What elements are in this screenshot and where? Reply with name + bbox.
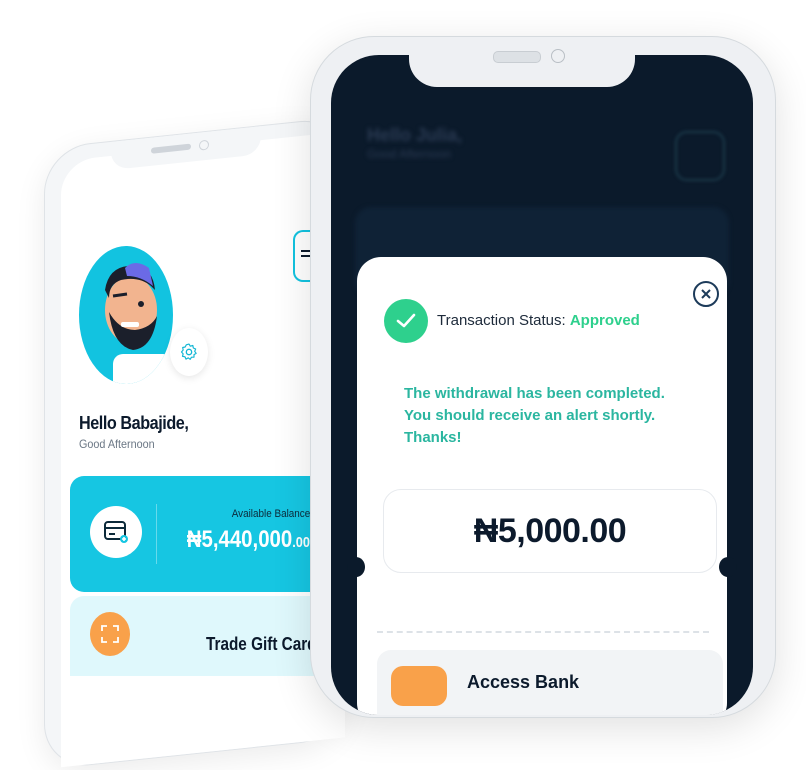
front-phone-screen: Hello Julia, Good Afternoon Transaction … — [331, 55, 753, 715]
blurred-greeting-sub: Good Afternoon — [367, 147, 452, 161]
message-line: You should receive an alert shortly. — [404, 407, 656, 424]
speaker-grille — [493, 51, 541, 63]
speaker-grille — [151, 143, 191, 154]
balance-amount-cents: .00 — [292, 534, 310, 551]
close-icon — [701, 289, 711, 299]
balance-amount: ₦5,440,000.00 — [187, 526, 310, 554]
avatar-illustration — [105, 263, 173, 384]
message-line: Thanks! — [404, 429, 462, 446]
status-prefix: Transaction Status: — [437, 312, 570, 329]
blurred-greeting: Hello Julia, — [367, 125, 463, 145]
balance-card[interactable]: Available Balance ₦5,440,000.00 — [70, 476, 320, 592]
transaction-status-modal: Transaction Status: Approved The withdra… — [347, 257, 737, 715]
amount-box: ₦5,000.00 — [383, 489, 717, 573]
front-phone: Hello Julia, Good Afternoon Transaction … — [310, 36, 776, 718]
bank-name: Access Bank — [467, 672, 580, 692]
transaction-status: Transaction Status: Approved — [437, 312, 640, 329]
dashed-divider — [377, 631, 709, 633]
balance-label: Available Balance — [231, 508, 310, 520]
profile-avatar[interactable] — [79, 246, 173, 384]
settings-gear-button[interactable] — [170, 328, 208, 376]
front-phone-notch — [409, 37, 635, 87]
camera-dot — [199, 139, 209, 151]
trade-gift-cards-card[interactable]: Trade Gift Cards — [70, 596, 325, 676]
trade-gift-cards-label: Trade Gift Cards — [206, 634, 326, 654]
settings-gear-icon — [180, 343, 197, 360]
message-line: The withdrawal has been completed. — [404, 385, 665, 402]
balance-amount-main: ₦5,440,000 — [186, 526, 293, 553]
success-check-badge — [384, 299, 428, 343]
wallet-icon — [104, 521, 128, 543]
scan-icon — [101, 625, 119, 643]
ticket-cutout-left — [347, 557, 365, 577]
withdrawal-amount: ₦5,000.00 — [473, 511, 627, 550]
greeting-subtitle: Good Afternoon — [79, 437, 155, 451]
status-approved: Approved — [569, 312, 640, 329]
bank-account-card[interactable]: Access Bank — [377, 650, 723, 715]
greeting-name: Hello Babajide, — [79, 413, 189, 433]
completion-message: The withdrawal has been completed. You s… — [404, 383, 694, 449]
ticket-cutout-right — [719, 557, 737, 577]
blurred-menu-button — [675, 131, 725, 181]
bank-icon — [391, 666, 447, 706]
checkmark-icon — [396, 313, 416, 328]
close-button[interactable] — [693, 281, 719, 307]
balance-divider — [156, 504, 157, 564]
camera-dot — [551, 49, 565, 63]
wallet-icon-badge — [90, 506, 142, 558]
scan-icon-badge — [90, 612, 130, 656]
